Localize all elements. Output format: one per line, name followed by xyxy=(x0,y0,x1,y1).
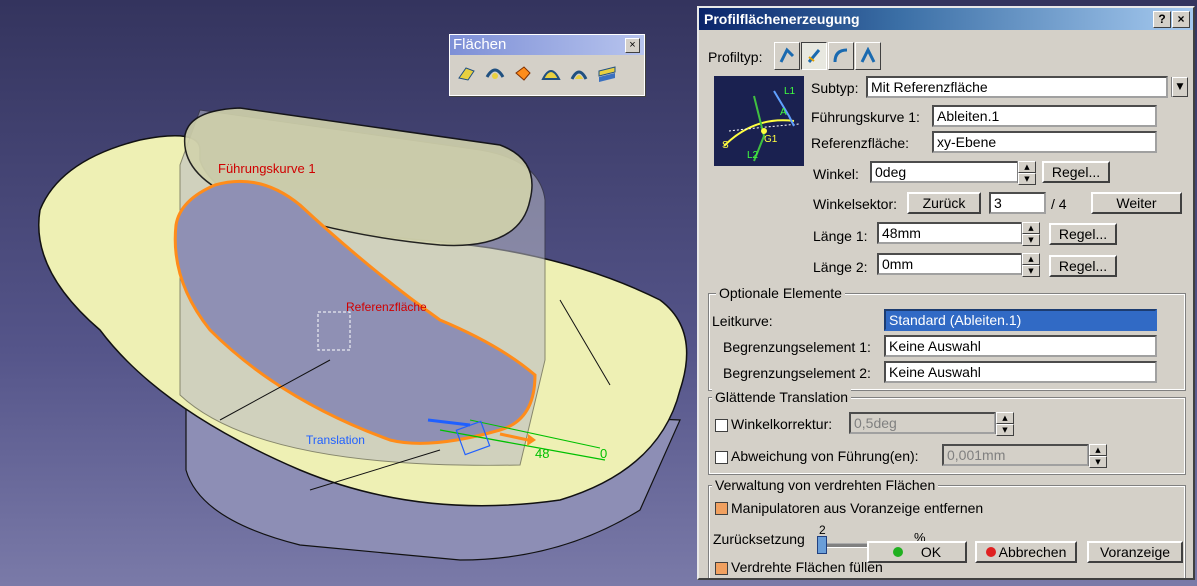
spine-label: Leitkurve: xyxy=(712,313,773,329)
relimiter-2-field[interactable]: Keine Auswahl xyxy=(884,361,1157,383)
previous-button[interactable]: Zurück xyxy=(907,192,981,214)
length-2-spinner[interactable]: ▲ ▼ xyxy=(1021,253,1040,277)
toolbar-title: Flächen × xyxy=(450,35,644,55)
close-icon[interactable]: × xyxy=(1172,11,1190,28)
profile-type-label: Profiltyp: xyxy=(708,49,763,65)
cancel-icon xyxy=(985,547,996,557)
guide-curve-label: Führungskurve 1: xyxy=(811,109,920,125)
optional-elements-title: Optionale Elemente xyxy=(716,285,845,301)
angle-law-button[interactable]: Regel... xyxy=(1042,161,1110,183)
relimiter-1-label: Begrenzungselement 1: xyxy=(723,339,871,355)
angle-correction-checkbox[interactable] xyxy=(715,419,728,432)
fill-twisted-label: Verdrehte Flächen füllen xyxy=(731,559,883,575)
angle-field[interactable]: 0deg xyxy=(870,161,1022,183)
close-icon[interactable]: × xyxy=(625,38,640,53)
angle-spinner[interactable]: ▲ ▼ xyxy=(1017,161,1036,185)
angular-sector-total: / 4 xyxy=(1051,196,1067,212)
dimension-48-label: 48 xyxy=(535,446,550,461)
reference-surface-label: Referenzfläche: xyxy=(811,135,910,151)
ok-icon xyxy=(892,547,903,557)
deviation-field[interactable]: 0,001mm xyxy=(942,444,1089,466)
blend-icon[interactable] xyxy=(594,60,620,86)
fill-icon[interactable] xyxy=(538,60,564,86)
setback-value: 2 xyxy=(819,523,826,537)
length-2-field[interactable]: 0mm xyxy=(877,253,1026,275)
relimiter-1-field[interactable]: Keine Auswahl xyxy=(884,335,1157,357)
guide-curve-label: Führungskurve 1 xyxy=(218,161,316,176)
deviation-label: Abweichung von Führung(en): xyxy=(731,448,919,464)
smoothing-title: Glättende Translation xyxy=(712,389,852,405)
guide-curve-field[interactable]: Ableiten.1 xyxy=(932,105,1157,127)
deviation-spinner[interactable]: ▲ ▼ xyxy=(1088,444,1107,468)
surfaces-toolbar[interactable]: Flächen × xyxy=(449,34,645,96)
explicit-profile-icon[interactable] xyxy=(774,42,800,70)
angle-correction-field[interactable]: 0,5deg xyxy=(849,412,996,434)
dimension-0-label: 0 xyxy=(600,446,608,461)
next-button[interactable]: Weiter xyxy=(1091,192,1182,214)
relimiter-2-label: Begrenzungselement 2: xyxy=(723,365,871,381)
angle-correction-spinner[interactable]: ▲ ▼ xyxy=(995,412,1014,436)
setback-slider-thumb[interactable] xyxy=(817,536,827,554)
length-1-spinner[interactable]: ▲ ▼ xyxy=(1021,222,1040,246)
angular-sector-field[interactable]: 3 xyxy=(989,192,1046,214)
twisted-areas-title: Verwaltung von verdrehten Flächen xyxy=(712,477,939,493)
translation-label: Translation xyxy=(306,433,365,447)
length-2-law-button[interactable]: Regel... xyxy=(1049,255,1117,277)
angle-label: Winkel: xyxy=(813,166,859,182)
chevron-down-icon[interactable]: ▼ xyxy=(1171,77,1188,97)
deviation-checkbox[interactable] xyxy=(715,451,728,464)
fill-twisted-checkbox[interactable] xyxy=(715,562,728,575)
loft-icon[interactable] xyxy=(566,60,592,86)
extrude-icon[interactable] xyxy=(454,60,480,86)
subtype-select[interactable]: Mit Referenzfläche xyxy=(866,76,1168,98)
subtype-label: Subtyp: xyxy=(811,80,859,96)
length-1-field[interactable]: 48mm xyxy=(877,222,1026,244)
help-icon[interactable]: ? xyxy=(1153,11,1171,28)
reference-surface-field[interactable]: xy-Ebene xyxy=(932,131,1157,153)
spine-field[interactable]: Standard (Ableiten.1) xyxy=(884,309,1157,331)
conic-profile-icon[interactable] xyxy=(855,42,881,70)
revolve-icon[interactable] xyxy=(482,60,508,86)
length-1-label: Länge 1: xyxy=(813,228,868,244)
circle-profile-icon[interactable] xyxy=(828,42,854,70)
sweep-icon[interactable] xyxy=(510,60,536,86)
reference-surface-label: Referenzfläche xyxy=(346,300,427,314)
remove-manipulators-checkbox[interactable] xyxy=(715,502,728,515)
subtype-preview-image: L1 A G1 S L2 xyxy=(714,76,804,166)
length-2-label: Länge 2: xyxy=(813,259,868,275)
sweep-dialog[interactable]: Profilflächenerzeugung ? × Profiltyp: L1… xyxy=(697,6,1195,580)
angle-correction-label: Winkelkorrektur: xyxy=(731,416,833,432)
line-profile-icon[interactable] xyxy=(801,42,827,70)
cancel-button[interactable]: Abbrechen xyxy=(975,541,1077,563)
setback-label: Zurücksetzung xyxy=(713,531,805,547)
preview-button[interactable]: Voranzeige xyxy=(1087,541,1183,563)
length-1-law-button[interactable]: Regel... xyxy=(1049,223,1117,245)
angular-sector-label: Winkelsektor: xyxy=(813,196,898,212)
dialog-title: Profilflächenerzeugung ? × xyxy=(699,8,1193,30)
remove-manipulators-label: Manipulatoren aus Voranzeige entfernen xyxy=(731,500,984,516)
